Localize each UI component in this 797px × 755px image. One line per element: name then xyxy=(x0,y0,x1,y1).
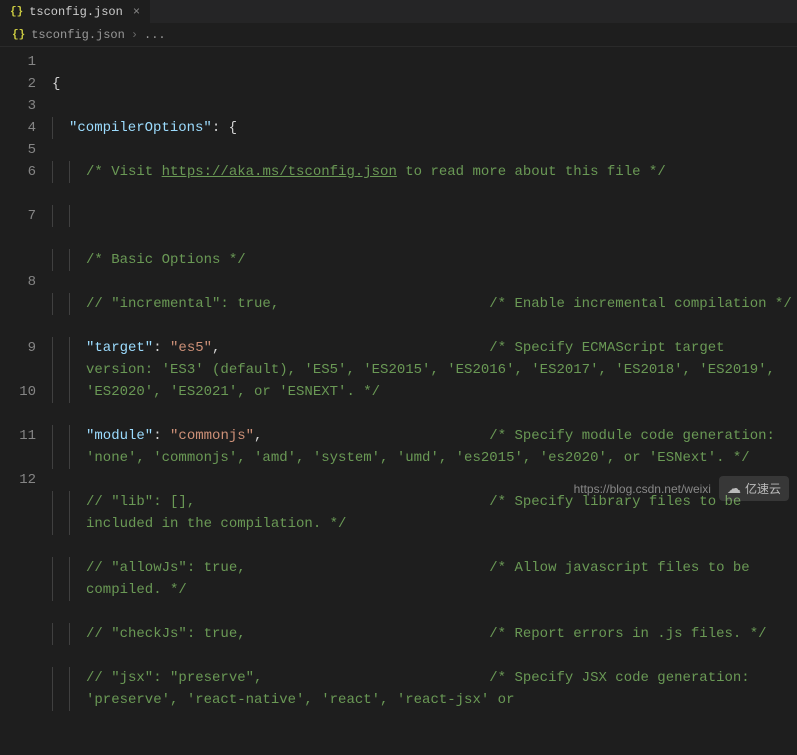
cloud-icon: ☁ xyxy=(727,480,741,497)
code-token: /* Basic Options */ xyxy=(86,252,246,268)
code-token: // "jsx": "preserve", /* Specify JSX cod… xyxy=(86,670,758,708)
watermark: https://blog.csdn.net/weixi ☁ 亿速云 xyxy=(574,476,789,501)
line-number: 3 xyxy=(0,95,36,117)
close-icon[interactable]: × xyxy=(133,5,140,19)
code-token: // "allowJs": true, /* Allow javascript … xyxy=(86,560,758,598)
code-token: /* Visit xyxy=(86,164,162,180)
chevron-right-icon: › xyxy=(131,28,138,42)
line-number: 6 xyxy=(0,161,36,205)
json-file-icon: {} xyxy=(12,29,25,41)
breadcrumb-filename: tsconfig.json xyxy=(31,28,125,42)
code-token: "commonjs" xyxy=(170,428,254,444)
breadcrumb-rest: ... xyxy=(144,28,166,42)
code-token: "compilerOptions" xyxy=(69,120,212,136)
breadcrumb[interactable]: {} tsconfig.json › ... xyxy=(0,24,797,47)
line-number: 4 xyxy=(0,117,36,139)
watermark-url: https://blog.csdn.net/weixi xyxy=(574,482,711,496)
line-number: 9 xyxy=(0,337,36,381)
tab-tsconfig[interactable]: {} tsconfig.json × xyxy=(0,0,150,23)
code-token: { xyxy=(52,76,60,92)
line-gutter: 1 2 3 4 5 6 7 8 9 10 11 12 xyxy=(0,47,48,508)
code-link[interactable]: https://aka.ms/tsconfig.json xyxy=(162,164,397,180)
line-number: 7 xyxy=(0,205,36,271)
json-file-icon: {} xyxy=(10,6,23,18)
code-token: : xyxy=(153,340,170,356)
tab-filename: tsconfig.json xyxy=(29,5,123,19)
code-area[interactable]: { "compilerOptions": { /* Visit https://… xyxy=(48,47,797,508)
line-number: 11 xyxy=(0,425,36,469)
code-token: : { xyxy=(212,120,237,136)
line-number: 2 xyxy=(0,73,36,95)
line-number: 1 xyxy=(0,51,36,73)
code-token: "module" xyxy=(86,428,153,444)
code-token: "target" xyxy=(86,340,153,356)
line-number: 10 xyxy=(0,381,36,425)
code-token: // "incremental": true, /* Enable increm… xyxy=(86,296,792,312)
code-token: to read more about this file */ xyxy=(397,164,666,180)
code-token: // "checkJs": true, /* Report errors in … xyxy=(86,626,767,642)
watermark-brand: 亿速云 xyxy=(745,480,781,497)
line-number: 8 xyxy=(0,271,36,337)
editor[interactable]: 1 2 3 4 5 6 7 8 9 10 11 12 { "compilerOp… xyxy=(0,47,797,508)
code-token: "es5" xyxy=(170,340,212,356)
watermark-logo: ☁ 亿速云 xyxy=(719,476,789,501)
line-number: 5 xyxy=(0,139,36,161)
code-token: : xyxy=(153,428,170,444)
line-number: 12 xyxy=(0,469,36,513)
tab-bar: {} tsconfig.json × xyxy=(0,0,797,24)
